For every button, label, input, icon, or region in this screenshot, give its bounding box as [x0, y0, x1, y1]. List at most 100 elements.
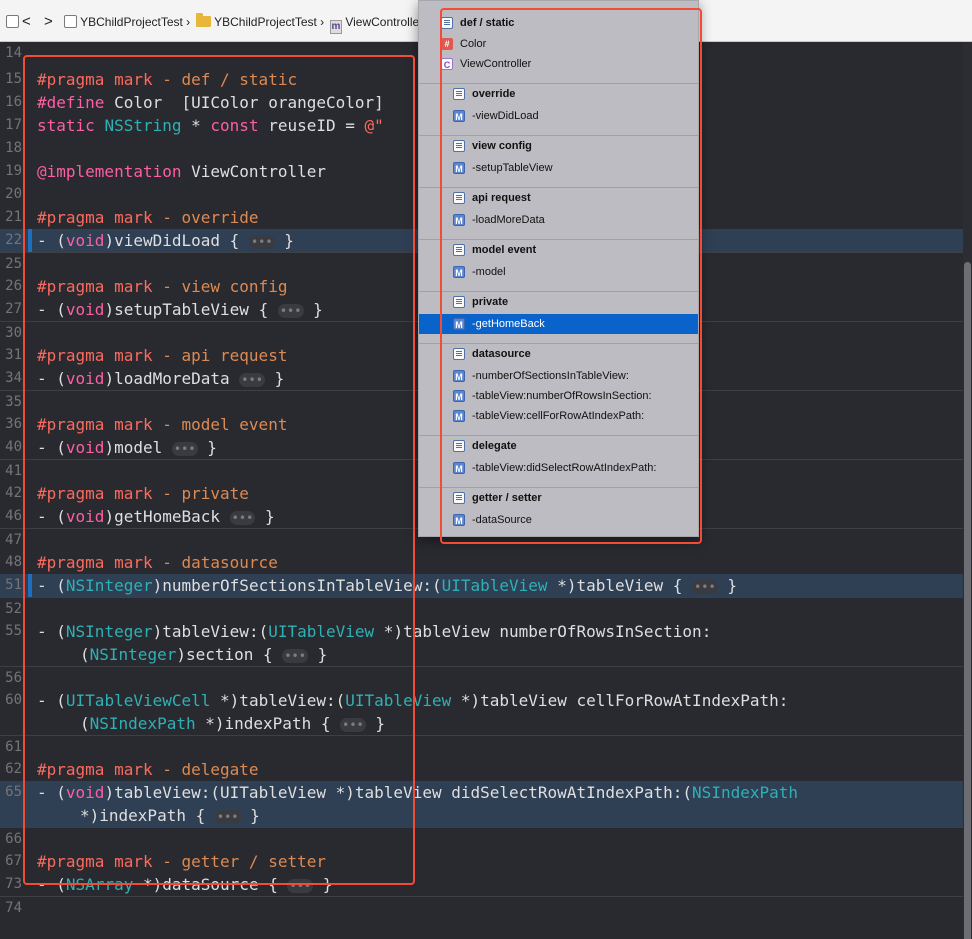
line-number: 26 — [5, 278, 22, 294]
menu-item-label: -getHomeBack — [472, 318, 545, 330]
code-token: *)tableView numberOfRowsInSection: — [374, 622, 712, 641]
code-text: - (void)loadMoreData ••• } — [37, 367, 284, 392]
menu-item-gethomeback[interactable]: M -getHomeBack — [419, 314, 698, 334]
mark-text: - view config — [152, 277, 288, 296]
menu-section-view-config[interactable]: view config — [419, 135, 698, 155]
void-keyword: void — [65, 507, 105, 526]
breadcrumb-folder-label: YBChildProjectTest — [214, 15, 317, 29]
menu-section-delegate[interactable]: delegate — [419, 435, 698, 455]
folded-code-ellipsis[interactable]: ••• — [277, 304, 304, 318]
folded-code-ellipsis[interactable]: ••• — [282, 649, 308, 663]
code-token: } — [717, 576, 738, 595]
folded-code-ellipsis[interactable]: ••• — [229, 511, 256, 525]
folded-code-ellipsis[interactable]: ••• — [248, 235, 275, 249]
code-text: #pragma mark - def / static — [37, 68, 297, 91]
breadcrumb-project[interactable]: YBChildProjectTest › — [64, 14, 190, 30]
menu-section-def-static[interactable]: def / static — [419, 13, 698, 33]
forward-button[interactable]: > — [44, 14, 53, 30]
menu-section-model-event[interactable]: model event — [419, 239, 698, 259]
menu-item-didselectrow[interactable]: M -tableView:didSelectRowAtIndexPath: — [419, 458, 698, 478]
project-icon — [64, 15, 77, 28]
code-text: #pragma mark - getter / setter — [37, 850, 326, 873]
menu-item-color[interactable]: # Color — [419, 34, 698, 54]
type-name: NSIndexPath — [692, 783, 799, 802]
line-number: 65 — [5, 784, 22, 800]
back-button[interactable]: < — [22, 14, 31, 30]
menu-section-api-request[interactable]: api request — [419, 187, 698, 207]
pragma-keyword: #pragma mark — [37, 852, 153, 871]
mark-text: - def / static — [152, 70, 298, 89]
code-token: ( — [80, 714, 90, 733]
void-keyword: void — [65, 369, 105, 388]
code-text: #pragma mark - delegate — [37, 758, 259, 781]
menu-item-label: getter / setter — [472, 492, 542, 504]
related-items-icon[interactable] — [6, 14, 19, 30]
menu-item-numberofsections[interactable]: M -numberOfSectionsInTableView: — [419, 366, 698, 386]
editor-scrollbar[interactable] — [963, 42, 972, 939]
menu-item-label: -dataSource — [472, 514, 532, 526]
code-text: - (void)model ••• } — [37, 436, 217, 461]
mark-icon — [453, 244, 465, 256]
static-keyword: static — [37, 116, 95, 135]
menu-item-numberofrows[interactable]: M -tableView:numberOfRowsInSection: — [419, 386, 698, 406]
folded-code-ellipsis[interactable]: ••• — [239, 373, 265, 387]
code-line-highlighted: 51 - (NSInteger)numberOfSectionsInTableVi… — [0, 574, 963, 597]
code-text: #pragma mark - private — [37, 482, 249, 505]
menu-item-loadmoredata[interactable]: M -loadMoreData — [419, 210, 698, 230]
mark-icon — [453, 140, 465, 152]
folded-code-ellipsis[interactable]: ••• — [287, 879, 314, 893]
code-text: (NSInteger)section { ••• } — [80, 643, 327, 668]
folded-code-ellipsis[interactable]: ••• — [692, 580, 718, 594]
menu-item-cellforrow[interactable]: M -tableView:cellForRowAtIndexPath: — [419, 406, 698, 426]
code-token: ( — [80, 645, 90, 664]
type-name: UITableViewCell — [65, 691, 211, 710]
mark-icon — [453, 192, 465, 204]
line-number: 15 — [5, 71, 22, 87]
menu-item-label: -loadMoreData — [472, 214, 545, 226]
menu-item-setuptableview[interactable]: M -setupTableView — [419, 158, 698, 178]
menu-section-override[interactable]: override — [419, 83, 698, 103]
method-icon: M — [453, 110, 465, 122]
breadcrumb-project-label: YBChildProjectTest — [80, 15, 183, 29]
breadcrumb-file[interactable]: m ViewControlle — [330, 14, 419, 34]
menu-item-viewdidload[interactable]: M -viewDidLoad — [419, 106, 698, 126]
code-token: - ( — [37, 622, 66, 641]
type-name: UITableView — [345, 691, 452, 710]
code-line: (NSIndexPath *)indexPath { ••• } — [0, 712, 963, 735]
document-items-menu[interactable]: def / static # Color C ViewController over… — [418, 0, 699, 537]
code-token: *)indexPath { — [80, 806, 215, 825]
folded-code-ellipsis[interactable]: ••• — [171, 442, 198, 456]
code-token: } — [365, 714, 386, 733]
code-text: #pragma mark - model event — [37, 413, 287, 436]
code-line: 52 — [0, 597, 963, 620]
line-number: 47 — [5, 532, 22, 548]
type-name: NSIndexPath — [89, 714, 196, 733]
code-text: #pragma mark - api request — [37, 344, 287, 367]
menu-item-label: delegate — [472, 440, 517, 452]
method-signature: )model — [104, 438, 172, 457]
menu-item-viewcontroller[interactable]: C ViewController — [419, 54, 698, 74]
code-text: - (void)tableView:(UITableView *)tableVi… — [37, 781, 798, 804]
menu-item-model[interactable]: M -model — [419, 262, 698, 282]
menu-item-label: -numberOfSectionsInTableView: — [472, 370, 629, 382]
menu-section-datasource[interactable]: datasource — [419, 343, 698, 363]
line-number: 14 — [5, 45, 22, 61]
menu-section-getter-setter[interactable]: getter / setter — [419, 487, 698, 507]
code-token: *)tableView cellForRowAtIndexPath: — [451, 691, 789, 710]
type-name: NSInteger — [89, 645, 177, 664]
code-token: - ( — [37, 300, 66, 319]
menu-section-private[interactable]: private — [419, 291, 698, 311]
menu-item-datasource[interactable]: M -dataSource — [419, 510, 698, 530]
breadcrumb-folder[interactable]: YBChildProjectTest › — [196, 13, 324, 30]
folded-code-ellipsis[interactable]: ••• — [214, 810, 241, 824]
mark-text: - api request — [152, 346, 288, 365]
scrollbar-thumb[interactable] — [964, 262, 971, 939]
code-text: - (NSArray *)dataSource { ••• } — [37, 873, 332, 898]
mark-icon — [453, 440, 465, 452]
menu-item-label: def / static — [460, 17, 515, 29]
type-name: UITableView — [441, 576, 548, 595]
folded-code-ellipsis[interactable]: ••• — [340, 718, 366, 732]
code-line: 48 #pragma mark - datasource — [0, 551, 963, 574]
method-icon: M — [453, 410, 465, 422]
code-line: 73 - (NSArray *)dataSource { ••• } — [0, 873, 963, 896]
